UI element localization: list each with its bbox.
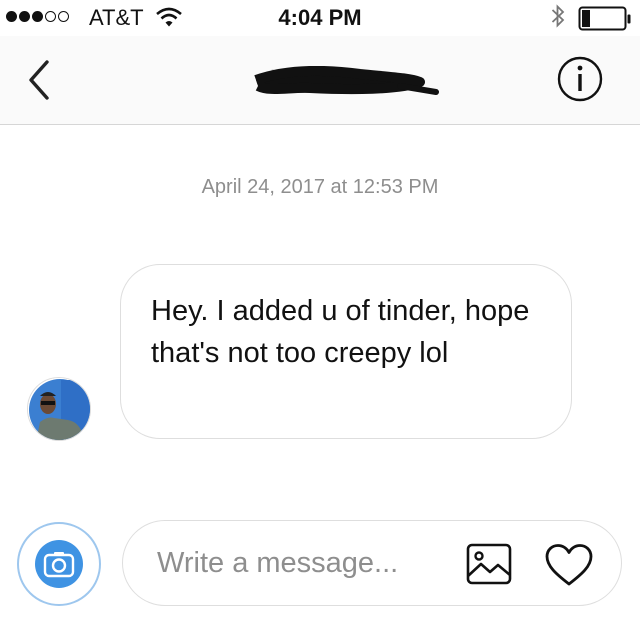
- gallery-button[interactable]: [466, 543, 512, 585]
- battery-icon: [578, 6, 631, 31]
- status-bar: AT&T 4:04 PM: [0, 0, 640, 36]
- contact-name[interactable]: beelalk: [250, 66, 440, 98]
- camera-icon: [43, 552, 75, 578]
- redaction-scribble: [254, 66, 439, 95]
- conversation-header: beelalk: [0, 36, 640, 125]
- status-time: 4:04 PM: [278, 5, 362, 30]
- incoming-message-bubble[interactable]: Hey. I added u of tinder, hope that's no…: [120, 264, 572, 439]
- camera-icon-background: [35, 540, 83, 588]
- camera-button[interactable]: [17, 522, 101, 606]
- back-button[interactable]: [22, 58, 58, 102]
- avatar[interactable]: [27, 377, 91, 441]
- message-timestamp: April 24, 2017 at 12:53 PM: [201, 176, 439, 198]
- message-composer: [122, 520, 622, 606]
- bluetooth-icon: [551, 4, 565, 28]
- message-input[interactable]: [157, 543, 447, 583]
- info-button[interactable]: [555, 54, 605, 104]
- heart-button[interactable]: [544, 543, 594, 587]
- message-text: Hey. I added u of tinder, hope that's no…: [151, 295, 530, 369]
